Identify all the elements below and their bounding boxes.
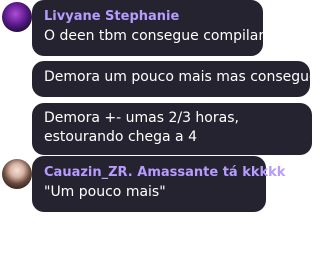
- message-text: Demora +- umas 2/3 horas, estourando che…: [44, 110, 239, 145]
- avatar-icon[interactable]: [2, 159, 32, 189]
- author-name[interactable]: Cauazin_ZR. Amassante tá kkkkk: [44, 164, 285, 181]
- avatar-icon[interactable]: [2, 2, 32, 32]
- message-text: "Um pouco mais": [44, 184, 166, 200]
- message-bubble[interactable]: Demora +- umas 2/3 horas, estourando che…: [32, 103, 312, 155]
- author-name[interactable]: Livyane Stephanie: [44, 8, 253, 25]
- message-text: Demora um pouco mais mas consegue: [44, 69, 318, 85]
- message-bubble[interactable]: Demora um pouco mais mas consegue: [32, 61, 318, 97]
- message-text: O deen tbm consegue compilar: [44, 28, 265, 44]
- message-bubble[interactable]: Livyane Stephanie O deen tbm consegue co…: [32, 0, 265, 56]
- message-bubble[interactable]: Cauazin_ZR. Amassante tá kkkkk "Um pouco…: [32, 156, 285, 212]
- chat-transcript: Livyane Stephanie O deen tbm consegue co…: [0, 0, 320, 264]
